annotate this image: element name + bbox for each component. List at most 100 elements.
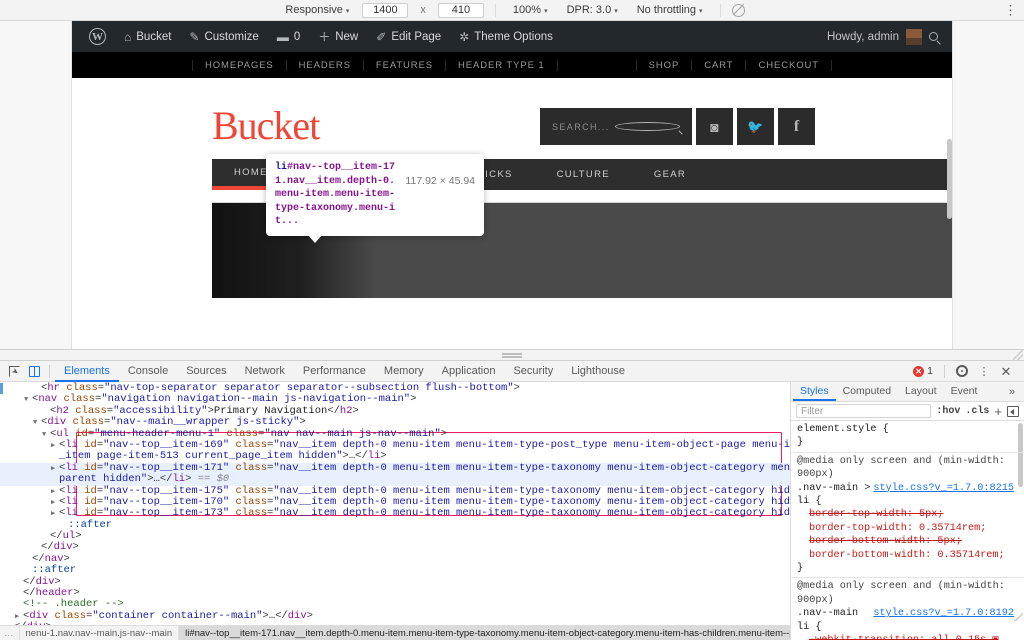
tab-layout[interactable]: Layout — [898, 382, 944, 401]
nav-item-gear[interactable]: GEAR — [632, 159, 708, 190]
panel-resize-handle[interactable] — [0, 349, 1024, 361]
rule-selector[interactable]: .nav--main > li { — [797, 482, 873, 509]
topnav-item-headers[interactable]: HEADERS — [287, 59, 364, 71]
devtools-window: Responsive ▾ 1400 x 410 100% ▾ DPR: 3.0 … — [0, 0, 1024, 640]
rule-selector[interactable]: element.style { — [797, 423, 889, 436]
topnav-item-homepages[interactable]: HOMEPAGES — [192, 59, 287, 71]
dom-tree-row[interactable]: <div class="container container--main">…… — [0, 610, 790, 622]
viewport-width-input[interactable]: 1400 — [362, 2, 409, 18]
topnav-item-cart[interactable]: CART — [692, 59, 747, 71]
admin-bar-item-theme-options[interactable]: ✲ Theme Options — [450, 21, 562, 52]
tab-lighthouse[interactable]: Lighthouse — [562, 361, 634, 382]
admin-bar-item-comments[interactable]: ▬ 0 — [268, 21, 309, 52]
css-declaration[interactable]: border-top-width: 0.35714rem; — [797, 522, 1024, 535]
css-property-value[interactable]: : 0.35714rem; — [925, 550, 1004, 561]
css-declaration[interactable]: border-bottom-width: 0.35714rem; — [797, 549, 1024, 562]
dom-node-markup: <li id="nav--top__item-171" class="nav__… — [59, 461, 790, 474]
social-link-facebook[interactable]: f — [778, 108, 815, 145]
element-classes-button[interactable]: .cls — [965, 406, 989, 417]
chevron-down-icon: ▾ — [345, 8, 350, 15]
css-property-value[interactable]: : 0.35714rem; — [907, 523, 986, 534]
css-property-name[interactable]: border-top-width — [809, 523, 907, 534]
dom-tree-row[interactable]: ::after — [0, 565, 790, 576]
dom-tree-row[interactable]: </div> — [0, 622, 790, 625]
no-connection-icon[interactable] — [731, 3, 745, 17]
greeting-label[interactable]: Howdy, admin — [827, 31, 899, 43]
dom-tree[interactable]: <hr class="nav-top-separator separator s… — [0, 382, 790, 625]
css-declaration[interactable]: -webkit-transition: all 0.15s ▣ linear; — [797, 634, 1024, 640]
breadcrumb-item[interactable]: … — [0, 626, 20, 640]
tab-performance[interactable]: Performance — [294, 361, 375, 382]
tab-application[interactable]: Application — [433, 361, 505, 382]
admin-bar-item-site[interactable]: ⌂ Bucket — [115, 21, 180, 52]
tab-console[interactable]: Console — [119, 361, 177, 382]
tab-computed[interactable]: Computed — [836, 382, 898, 401]
search-input[interactable]: SEARCH... — [540, 108, 692, 145]
styles-rules-list[interactable]: element.style {} @media only screen and (… — [791, 421, 1024, 640]
force-state-button[interactable]: :hov — [936, 406, 960, 417]
topnav-item-shop[interactable]: SHOP — [635, 59, 693, 71]
new-style-rule-button[interactable]: + — [994, 405, 1002, 418]
topnav-item-header-type-1[interactable]: HEADER TYPE 1 — [446, 59, 558, 71]
dom-tree-row[interactable]: </div> — [0, 542, 790, 553]
css-property-name[interactable]: -webkit-transition — [809, 635, 919, 640]
throttling-selector[interactable]: No throttling ▾ — [631, 4, 709, 16]
stylesheet-source-link[interactable]: style.css?v_=1.7.0:8192 — [873, 607, 1024, 634]
inspect-element-icon[interactable] — [4, 362, 24, 380]
devtools-menu-button[interactable]: ⋮ — [974, 362, 994, 380]
device-selector[interactable]: Responsive ▾ — [279, 4, 355, 16]
rule-selector[interactable]: .nav--main li { — [797, 607, 873, 634]
css-property-name[interactable]: border-bottom-width — [809, 536, 925, 547]
dom-tree-row[interactable]: </div> — [0, 576, 790, 588]
style-rule[interactable]: @media only screen and (min-width: 900px… — [791, 453, 1024, 579]
admin-bar-item-customize[interactable]: ✎ Customize — [180, 21, 267, 52]
topnav-item-features[interactable]: FEATURES — [364, 59, 447, 71]
device-toolbar-icon[interactable] — [24, 362, 44, 380]
more-tabs-icon[interactable]: » — [1009, 386, 1022, 398]
dom-tree-row[interactable]: <li id="nav--top__item-173" class="nav__… — [0, 508, 790, 519]
device-toolbar-menu-button[interactable]: ⋮ — [1004, 4, 1017, 17]
tab-security[interactable]: Security — [504, 361, 562, 382]
tab-elements[interactable]: Elements — [55, 361, 119, 382]
social-link-twitter[interactable]: 🐦 — [737, 108, 774, 145]
style-rule[interactable]: element.style {} — [791, 421, 1024, 453]
avatar[interactable] — [906, 28, 922, 45]
nav-item-culture[interactable]: CULTURE — [535, 159, 632, 190]
wordpress-logo-button[interactable]: W — [80, 21, 115, 52]
tab-event-listeners[interactable]: Event Listeners — [944, 382, 1009, 416]
error-count-badge[interactable]: ✕ 1 — [909, 365, 937, 377]
viewport-height-input[interactable]: 410 — [437, 2, 484, 18]
tab-memory[interactable]: Memory — [375, 361, 433, 382]
css-declaration[interactable]: border-bottom-width: 5px; — [797, 535, 1024, 548]
gear-icon[interactable] — [952, 362, 972, 380]
stylesheet-source-link[interactable]: style.css?v_=1.7.0:8215 — [873, 482, 1024, 509]
style-rule[interactable]: @media only screen and (min-width: 900px… — [791, 578, 1024, 640]
admin-bar-item-edit-page[interactable]: ✐ Edit Page — [367, 21, 450, 52]
breadcrumb-item[interactable]: nenu-1.nav.nav--main.js-nav--main — [20, 626, 180, 640]
zoom-selector[interactable]: 100% ▾ — [507, 4, 554, 16]
close-icon[interactable]: ✕ — [996, 362, 1016, 380]
toggle-sidebar-icon[interactable] — [1007, 405, 1019, 417]
css-property-name[interactable]: border-top-width — [809, 509, 907, 520]
site-logo[interactable]: Bucket — [212, 102, 320, 149]
css-property-name[interactable]: border-bottom-width — [809, 550, 925, 561]
dom-tree-row[interactable]: </ul> — [0, 530, 790, 542]
tab-network[interactable]: Network — [236, 361, 294, 382]
dom-tree-row[interactable]: </nav> — [0, 553, 790, 565]
admin-bar-item-new[interactable]: ＋ New — [309, 21, 367, 52]
search-icon[interactable] — [615, 122, 680, 131]
resize-corner-icon[interactable] — [1013, 350, 1023, 360]
css-property-value[interactable]: : 5px; — [907, 509, 944, 520]
dpr-selector[interactable]: DPR: 3.0 ▾ — [561, 4, 624, 16]
tab-styles[interactable]: Styles — [793, 382, 836, 401]
css-declaration[interactable]: border-top-width: 5px; — [797, 508, 1024, 521]
dom-tree-row[interactable]: ::after — [0, 519, 790, 531]
css-property-value[interactable]: : 5px; — [925, 536, 962, 547]
social-link-instagram[interactable]: ◙ — [696, 108, 733, 145]
search-icon[interactable] — [929, 32, 938, 41]
breadcrumb-item-selected[interactable]: li#nav--top__item-171.nav__item.depth-0.… — [179, 626, 790, 640]
topnav-item-checkout[interactable]: CHECKOUT — [746, 59, 832, 71]
styles-filter-input[interactable]: Filter — [796, 404, 932, 418]
viewport-scrollbar[interactable] — [947, 139, 952, 219]
tab-sources[interactable]: Sources — [177, 361, 235, 382]
